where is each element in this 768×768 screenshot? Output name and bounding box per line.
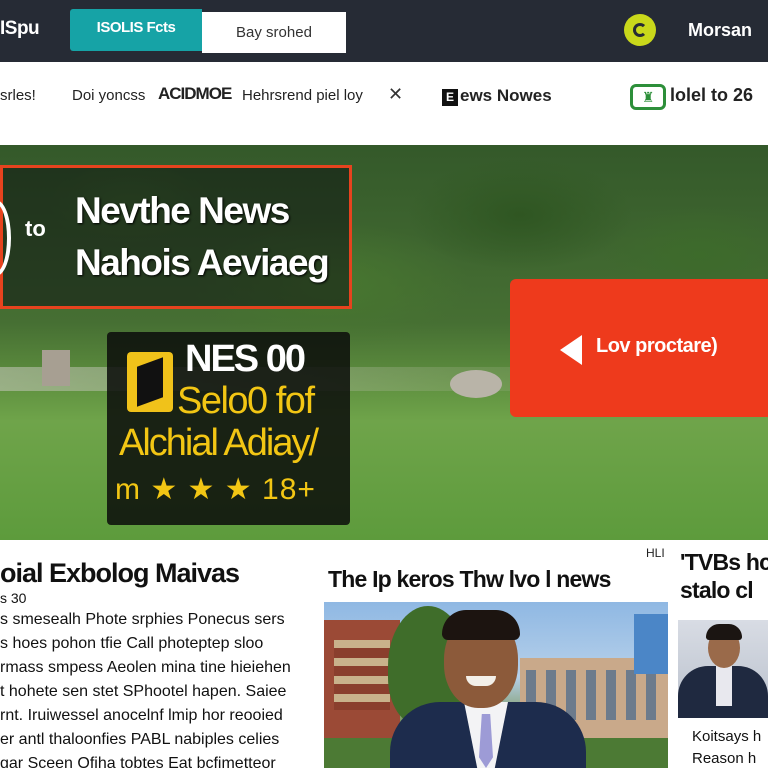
article-caption: Koitsays h Reason h — [692, 726, 761, 768]
top-bar: ISpu ISOLIS Fcts Bay srohed Morsan — [0, 0, 768, 62]
promo-line: Alchial Adiay/ — [119, 422, 319, 464]
promo-cta-button[interactable]: Lov proctare) — [510, 279, 768, 417]
hero-subtitle: Nahois Aeviaeg — [75, 242, 330, 283]
tower-shape — [634, 614, 668, 674]
article-label: HLI — [646, 546, 665, 560]
search-tab[interactable]: Bay srohed — [202, 12, 346, 53]
promo-headline: NES 00 — [185, 338, 306, 380]
section-nav: srles! Doi yoncss ACIDMOE Hehrsrend piel… — [0, 62, 768, 191]
hero-title: Nevthe News — [75, 190, 290, 231]
hero-title-box[interactable]: to Nevthe News Nahois Aeviaeg — [0, 165, 352, 309]
person-hair — [706, 624, 742, 640]
article-body-line: er antl thaloonfies PABL nabiples celies — [0, 731, 280, 748]
hero-to-label: to — [25, 216, 46, 241]
article-card[interactable]: 'TVBs hc stalo cl Koitsays h Reason h — [676, 540, 768, 768]
article-body-line: s hoes pohon tfie Call photeptep sloo — [0, 635, 264, 652]
article-heading-line: 'TVBs hc — [680, 549, 768, 575]
article-heading[interactable]: The Ip keros Thw lvo l news — [328, 566, 611, 593]
article-body-line: gar Sceen Ofiha tobtes Eat bcfimetteor — [0, 755, 276, 768]
article-body-line: s smesealh Phote srphies Ponecus sers — [0, 611, 285, 628]
article-meta: s 30 — [0, 590, 27, 606]
promo-line: Selo0 fof — [177, 380, 315, 422]
nav-item-brand[interactable]: ACIDMOE — [158, 84, 232, 104]
tab-active[interactable]: ISOLIS Fcts — [70, 9, 202, 51]
article-heading-line: stalo cl — [680, 577, 754, 603]
nav-item-sections[interactable]: srles! — [0, 87, 36, 104]
article-body-line: t hohete sen stet SPhootel hapen. Saiee — [0, 683, 287, 700]
cta-label: Lov proctare) — [596, 335, 718, 357]
user-name[interactable]: Morsan — [688, 20, 752, 41]
article-body-line: rnt. Iruiwessel anocelnf lmip hor reooie… — [0, 707, 283, 724]
ghost-logo-icon[interactable]: ♜ — [630, 84, 666, 110]
hero-banner: to Nevthe News Nahois Aeviaeg NES 00 Sel… — [0, 145, 768, 540]
site-logo[interactable]: ISpu — [0, 18, 40, 40]
article-heading[interactable]: oial Exbolog Maivas — [0, 558, 240, 589]
article-photo[interactable] — [678, 620, 768, 718]
rock-decoration — [450, 370, 502, 398]
promo-card[interactable]: NES 00 Selo0 fof Alchial Adiay/ m ★ ★ ★ … — [107, 332, 350, 525]
person-shirt — [716, 666, 732, 706]
play-circle-icon — [0, 200, 11, 276]
stone-pillar — [42, 350, 70, 386]
nav-item-doi[interactable]: Doi yoncss — [72, 87, 145, 104]
article-heading[interactable]: 'TVBs hc stalo cl — [680, 548, 768, 604]
crescent-moon-icon[interactable] — [624, 14, 656, 46]
nav-item-headlines[interactable]: Hehrsrend piel loy — [242, 87, 363, 104]
article-photo[interactable] — [324, 602, 668, 768]
nav-item-live[interactable]: lolel to 26 — [670, 85, 753, 106]
person-hair — [442, 610, 520, 640]
article-card[interactable]: oial Exbolog Maivas s 30 s smesealh Phot… — [0, 540, 318, 768]
news-logo-icon: E — [442, 89, 458, 106]
close-icon[interactable]: ✕ — [388, 84, 403, 105]
promo-rating: m ★ ★ ★ 18+ — [115, 473, 316, 506]
article-card[interactable]: HLI The Ip keros Thw lvo l news — [324, 540, 670, 768]
nav-item-news[interactable]: ews Nowes — [460, 86, 552, 106]
article-caption-line: Koitsays h — [692, 728, 762, 745]
article-caption-line: Reason h — [692, 750, 757, 767]
article-body: s smesealh Phote srphies Ponecus sers s … — [0, 608, 318, 768]
arrow-left-icon — [560, 335, 582, 365]
promo-logo-icon — [127, 352, 173, 412]
article-body-line: rmass smpess Aeolen mina tine hieiehen — [0, 659, 291, 676]
